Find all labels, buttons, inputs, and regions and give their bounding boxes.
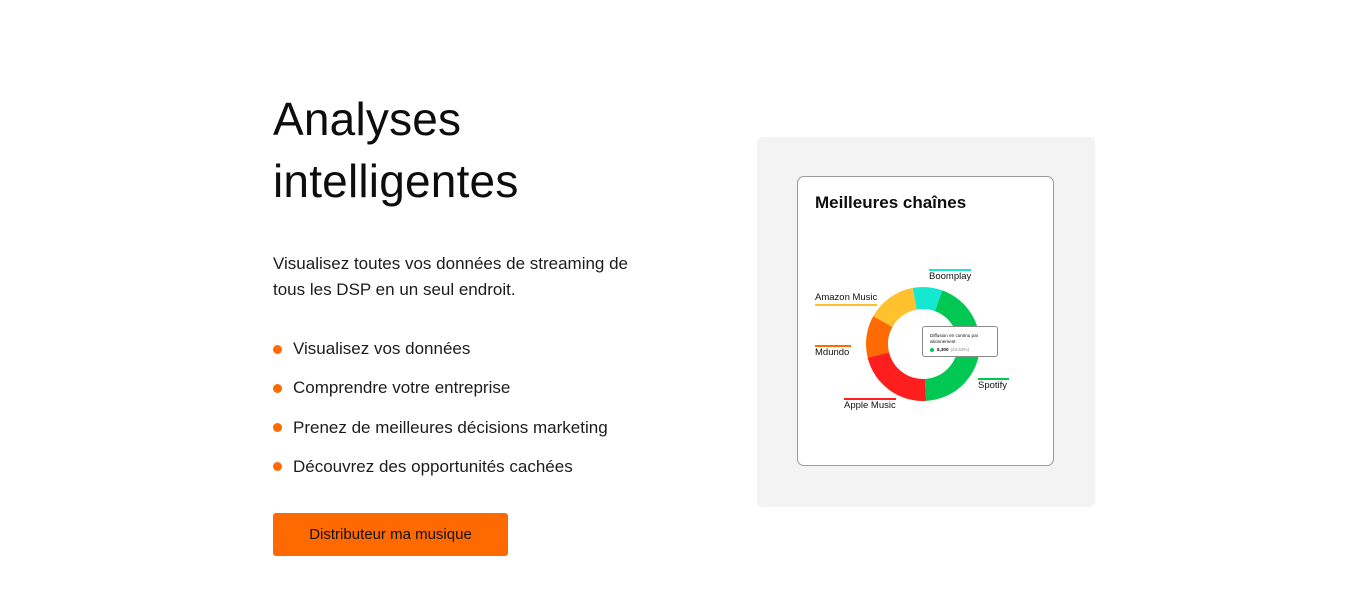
feature-list: Visualisez vos données Comprendre votre … [273, 338, 608, 495]
feature-label: Prenez de meilleures décisions marketing [293, 417, 608, 437]
label-text: Boomplay [929, 271, 972, 282]
chart-tooltip: Diffusion en continu par abonnement 5,30… [922, 326, 998, 357]
hero-description: Visualisez toutes vos données de streami… [273, 254, 629, 299]
label-text: Spotify [978, 380, 1008, 391]
tooltip-value: 5,300 [937, 347, 949, 352]
feature-label: Comprendre votre entreprise [293, 378, 511, 398]
bullet-dot-icon [273, 462, 282, 472]
feature-item: Découvrez des opportunités cachées [273, 456, 608, 478]
page-title: Analyses intelligentes [273, 88, 673, 212]
label-text: Apple Music [844, 400, 896, 411]
feature-item: Visualisez vos données [273, 338, 608, 360]
label-text: Mdundo [815, 347, 850, 358]
tooltip-dot-icon [930, 347, 934, 352]
donut-slice-apple-music [867, 352, 927, 401]
distribute-music-button[interactable]: Distributeur ma musique [273, 513, 508, 556]
label-line [844, 398, 896, 400]
tooltip-title: Diffusion en continu par abonnement [930, 333, 979, 344]
feature-item: Prenez de meilleures décisions marketing [273, 417, 608, 439]
label-line [929, 269, 972, 271]
label-line [815, 345, 852, 347]
title-line-1: Analyses [273, 93, 462, 145]
donut-chart [866, 287, 980, 401]
bullet-dot-icon [273, 383, 282, 393]
chart-label-amazon-music: Amazon Music [815, 292, 878, 306]
chart-label-spotify: Spotify [978, 378, 1010, 391]
chart-label-boomplay: Boomplay [929, 269, 972, 282]
tooltip-percent: (43.63%) [950, 347, 970, 352]
label-text: Amazon Music [815, 292, 878, 303]
chart-label-mdundo: Mdundo [815, 345, 852, 358]
chart-label-apple-music: Apple Music [844, 398, 896, 411]
feature-item: Comprendre votre entreprise [273, 377, 608, 399]
feature-label: Découvrez des opportunités cachées [293, 456, 573, 476]
bullet-dot-icon [273, 423, 282, 433]
bullet-dot-icon [273, 344, 282, 354]
title-line-2: intelligentes [273, 155, 519, 207]
feature-label: Visualisez vos données [293, 339, 471, 358]
hero-title-block: Analyses intelligentes [273, 88, 673, 212]
label-line [815, 304, 878, 306]
tooltip-value-row: 5,300 (43.63%) [930, 347, 997, 352]
label-line [978, 378, 1010, 380]
